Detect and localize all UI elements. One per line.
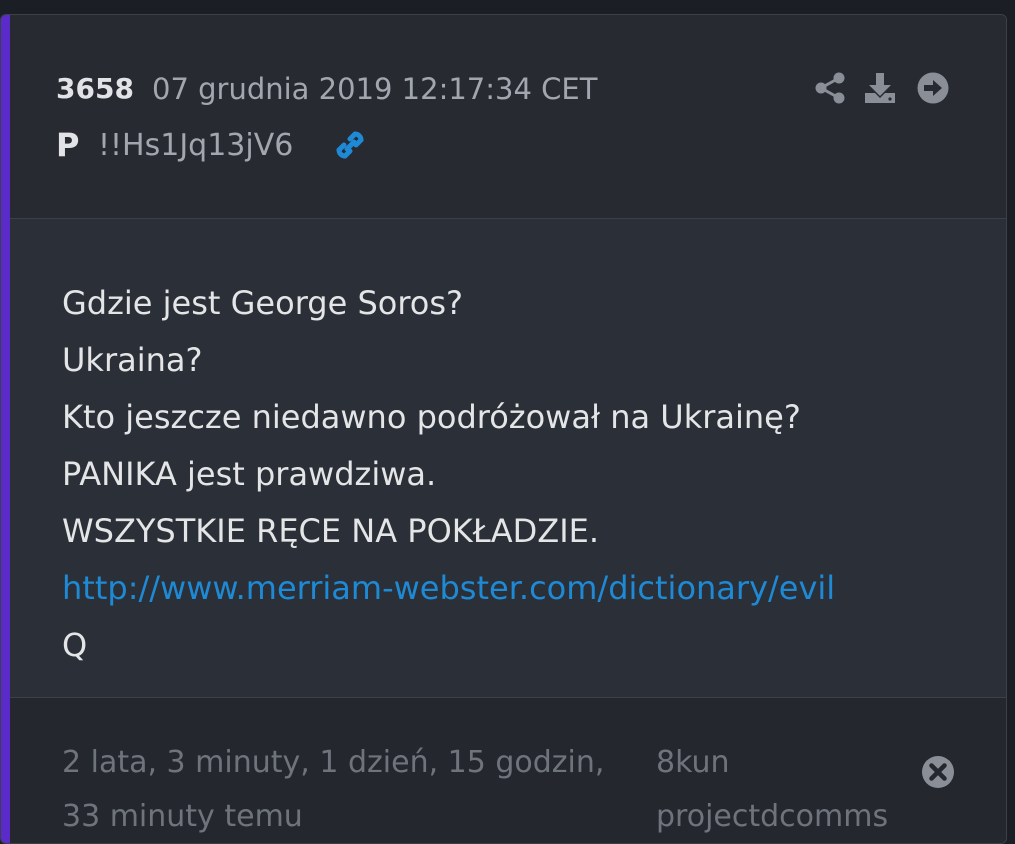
post-date: 07 grudnia 2019 12:17:34 CET	[152, 72, 598, 106]
author-name: P	[56, 126, 80, 164]
post-signature: Q	[62, 626, 88, 664]
arrow-right-circle-icon[interactable]	[916, 71, 950, 105]
link-icon[interactable]	[330, 125, 370, 165]
share-icon[interactable]	[813, 71, 847, 105]
post-card: 3658 07 grudnia 2019 12:17:34 CET P !!Hs…	[0, 14, 1007, 844]
post-header: 3658 07 grudnia 2019 12:17:34 CET P !!Hs…	[10, 15, 1006, 219]
accent-bar	[1, 15, 10, 843]
post-line: WSZYSTKIE RĘCE NA POKŁADZIE.	[62, 512, 600, 550]
post-number: 3658	[56, 72, 134, 105]
post-line: Ukraina?	[62, 341, 203, 379]
post-line: PANIKA jest prawdziwa.	[62, 455, 437, 493]
post-text: Gdzie jest George Soros? Ukraina? Kto je…	[62, 275, 835, 674]
post-footer: 2 lata, 3 minuty, 1 dzień, 15 godzin, 33…	[10, 698, 1006, 843]
source-label: 8kun projectdcomms	[656, 745, 889, 834]
post-body: Gdzie jest George Soros? Ukraina? Kto je…	[10, 219, 1006, 698]
close-circle-icon[interactable]	[920, 754, 956, 790]
post-line: Gdzie jest George Soros?	[62, 284, 464, 322]
time-ago: 2 lata, 3 minuty, 1 dzień, 15 godzin, 33…	[62, 745, 605, 834]
tripcode: !!Hs1Jq13jV6	[98, 128, 294, 163]
post-line: Kto jeszcze niedawno podróżował na Ukrai…	[62, 398, 801, 436]
post-link[interactable]: http://www.merriam-webster.com/dictionar…	[62, 560, 835, 617]
download-icon[interactable]	[863, 71, 897, 105]
